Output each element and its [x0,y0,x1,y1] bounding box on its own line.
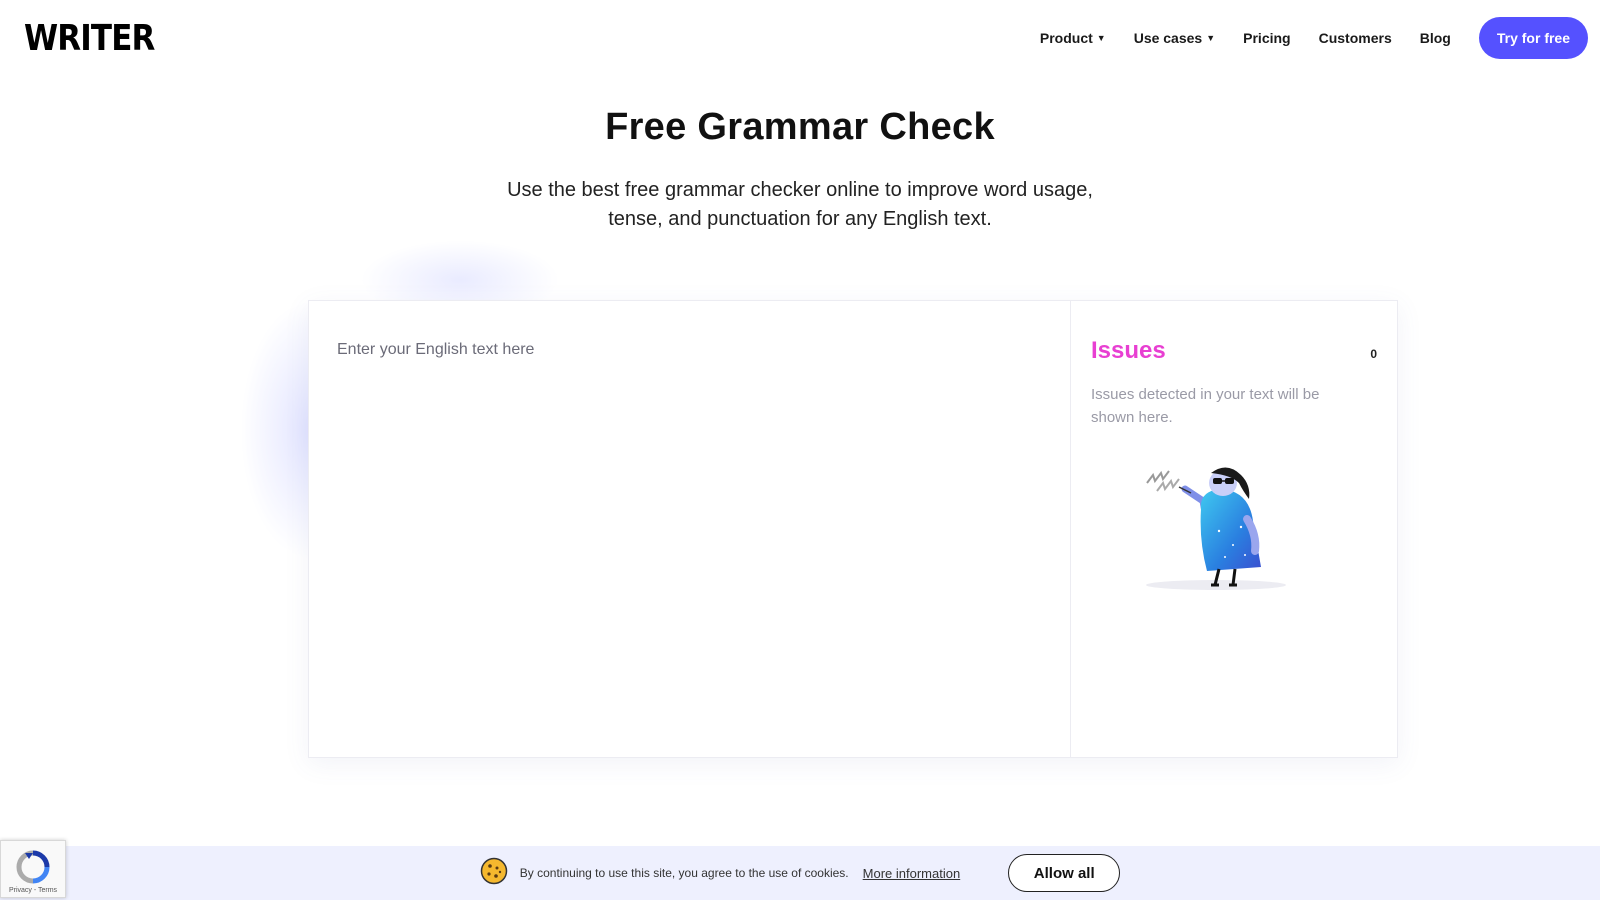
page-title: Free Grammar Check [605,106,995,148]
chevron-down-icon: ▼ [1206,33,1216,43]
more-information-link[interactable]: More information [863,866,961,881]
issues-empty-message: Issues detected in your text will be sho… [1091,386,1320,426]
cookie-message: By continuing to use this site, you agre… [519,866,849,880]
nav-item-pricing[interactable]: Pricing [1243,30,1290,46]
subtitle-line: tense, and punctuation for any English t… [608,208,992,230]
nav-item-use-cases[interactable]: Use cases ▼ [1134,30,1215,46]
try-for-free-button[interactable]: Try for free [1478,17,1588,59]
site-header: WRITER Product ▼ Use cases ▼ Pricing Cus… [0,0,1600,76]
nav-item-label: Product [1039,30,1093,46]
recaptcha-links[interactable]: Privacy - Terms [9,887,57,894]
nav-item-label: Use cases [1133,30,1203,46]
character-illustration [1141,461,1291,596]
character-illustration-svg [1146,467,1286,590]
issues-header: Issues 0 [1091,337,1377,365]
grammar-checker-card: Issues 0 Issues detected in your text wi… [308,300,1398,758]
page-subtitle: Use the best free grammar checker online… [0,176,1600,234]
writer-logo[interactable]: WRITER [24,18,155,59]
text-editor-pane [309,301,1071,757]
allow-all-button[interactable]: Allow all [1008,854,1121,892]
nav-item-blog[interactable]: Blog [1420,30,1451,46]
nav-item-customers[interactable]: Customers [1319,30,1392,46]
text-input[interactable] [337,341,1042,717]
nav-item-product[interactable]: Product ▼ [1040,30,1106,46]
cookie-icon [480,857,508,890]
subtitle-line: Use the best free grammar checker online… [507,179,1093,201]
issues-panel: Issues 0 Issues detected in your text wi… [1071,301,1397,757]
cookie-consent-bar: By continuing to use this site, you agre… [0,846,1600,900]
recaptcha-icon [16,850,50,884]
recaptcha-badge[interactable]: Privacy - Terms [0,840,66,898]
issues-count-badge: 0 [1370,347,1377,361]
issues-title: Issues [1091,337,1166,364]
chevron-down-icon: ▼ [1096,33,1106,43]
main-nav: Product ▼ Use cases ▼ Pricing Customers … [1040,17,1588,59]
